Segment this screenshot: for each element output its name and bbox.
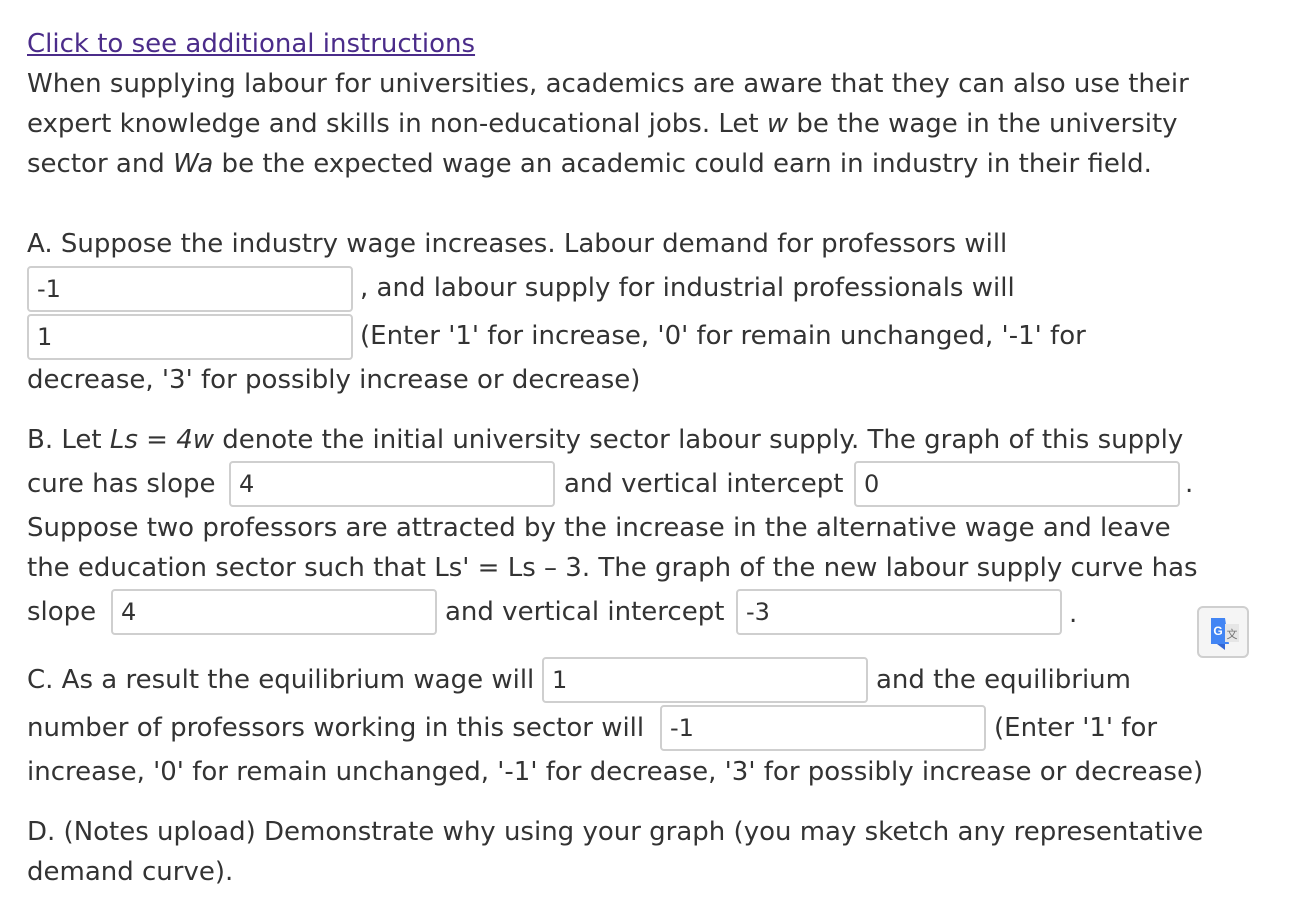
part-c-wage-input[interactable] — [542, 657, 868, 703]
part-b-new-intercept-label: and vertical intercept — [445, 597, 725, 627]
part-b-text-3: Suppose two professors are attracted by … — [27, 513, 1171, 543]
part-d-question: D. (Notes upload) Demonstrate why using … — [27, 817, 1204, 847]
intro-line-3: sector and Wa be the expected wage an ac… — [27, 149, 1152, 179]
part-c-text-2: and the equilibrium — [876, 665, 1131, 695]
intro-line-1: When supplying labour for universities, … — [27, 69, 1189, 99]
part-b-period-2: . — [1069, 599, 1078, 629]
translate-button[interactable]: G 文 — [1197, 606, 1249, 658]
additional-instructions-link[interactable]: Click to see additional instructions — [27, 26, 475, 62]
part-b-intercept-input[interactable] — [854, 461, 1180, 507]
svg-text:文: 文 — [1227, 627, 1238, 641]
part-b-period-1: . — [1185, 469, 1194, 499]
part-a-hint-cont: decrease, '3' for possibly increase or d… — [27, 365, 641, 395]
part-a-text-2: , and labour supply for industrial profe… — [360, 273, 1015, 303]
part-a-hint: (Enter '1' for increase, '0' for remain … — [360, 321, 1086, 351]
part-b-new-slope-label: slope — [27, 597, 97, 627]
part-b-intercept-label: and vertical intercept — [564, 469, 844, 499]
part-b-question: B. Let Ls = 4w denote the initial univer… — [27, 425, 1184, 455]
part-b-text-4: the education sector such that Ls' = Ls … — [27, 553, 1198, 583]
google-translate-icon: G 文 — [1211, 618, 1239, 650]
part-b-new-intercept-input[interactable] — [736, 589, 1062, 635]
part-b-slope-label: cure has slope — [27, 469, 216, 499]
part-d-question-cont: demand curve). — [27, 857, 234, 887]
part-c-question: C. As a result the equilibrium wage will — [27, 665, 535, 695]
part-c-hint-cont: increase, '0' for remain unchanged, '-1'… — [27, 757, 1204, 787]
intro-line-2: expert knowledge and skills in non-educa… — [27, 109, 1178, 139]
part-c-number-input[interactable] — [660, 705, 986, 751]
part-a-question: A. Suppose the industry wage increases. … — [27, 229, 1008, 259]
part-b-new-slope-input[interactable] — [111, 589, 437, 635]
part-a-supply-input[interactable] — [27, 314, 353, 360]
part-c-hint: (Enter '1' for — [994, 713, 1158, 743]
part-a-demand-input[interactable] — [27, 266, 353, 312]
svg-text:G: G — [1213, 624, 1222, 638]
part-c-text-3: number of professors working in this sec… — [27, 713, 645, 743]
part-b-slope-input[interactable] — [229, 461, 555, 507]
